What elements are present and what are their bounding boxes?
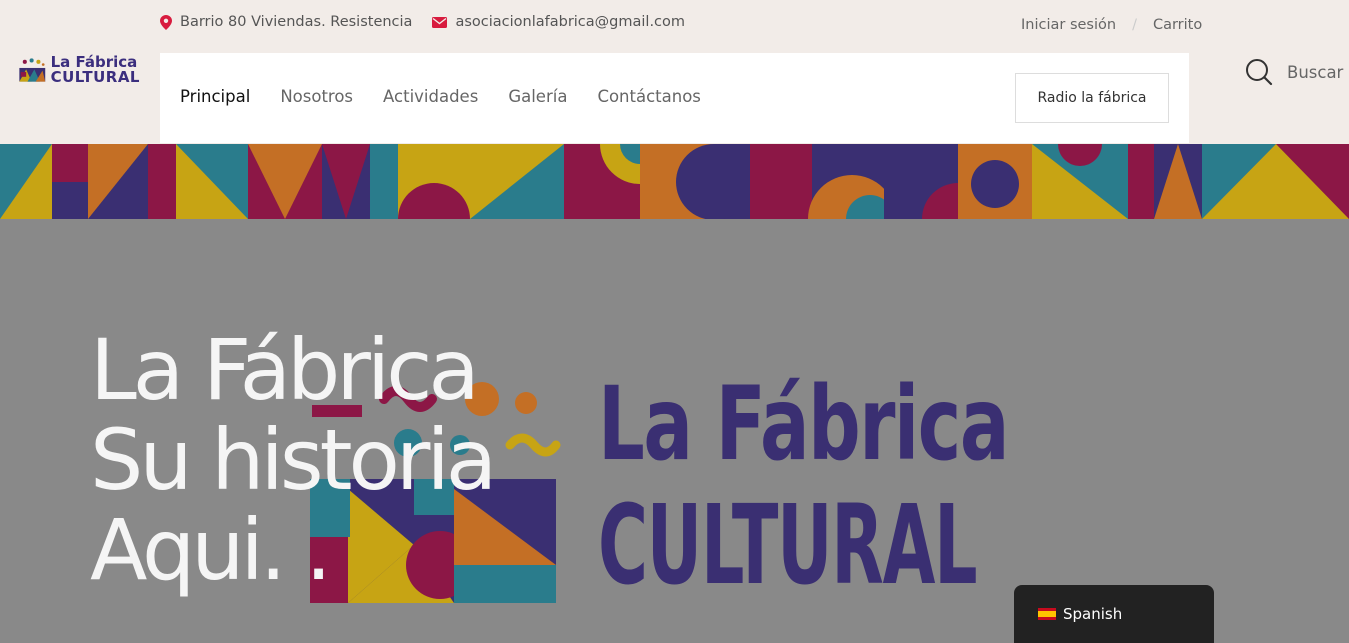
site-logo[interactable]: La Fábrica CULTURAL	[18, 50, 140, 90]
account-links: Iniciar sesión / Carrito	[1021, 17, 1202, 33]
logo-line-2: CULTURAL	[50, 68, 140, 86]
hero-wordmark: La Fábrica CULTURAL	[598, 365, 1208, 609]
logo-wordmark: La Fábrica CULTURAL	[51, 55, 140, 85]
logo-mark-icon	[19, 58, 46, 82]
login-link[interactable]: Iniciar sesión	[1021, 17, 1116, 33]
envelope-icon	[432, 16, 448, 28]
wordmark-line-2: CULTURAL	[598, 481, 978, 609]
language-switcher[interactable]: Spanish	[1014, 585, 1214, 643]
banner-pattern	[0, 144, 1349, 219]
cart-link[interactable]: Carrito	[1153, 17, 1202, 33]
main-navigation: Principal Nosotros Actividades Galería C…	[160, 53, 1189, 143]
address-item: Barrio 80 Viviendas. Resistencia	[160, 14, 412, 30]
nav-item-nosotros[interactable]: Nosotros	[280, 87, 353, 106]
link-separator: /	[1132, 17, 1137, 33]
spain-flag-icon	[1038, 608, 1056, 620]
site-header: La Fábrica CULTURAL Barrio 80 Viviendas.…	[0, 0, 1349, 144]
email-item[interactable]: asociacionlafabrica@gmail.com	[432, 14, 685, 30]
search-button[interactable]: Buscar	[1245, 58, 1343, 86]
nav-item-principal[interactable]: Principal	[180, 87, 250, 106]
geometric-banner	[0, 144, 1349, 219]
contact-bar: Barrio 80 Viviendas. Resistencia asociac…	[160, 14, 705, 30]
address-text: Barrio 80 Viviendas. Resistencia	[180, 14, 413, 30]
hero-section: La Fábrica CULTURAL La Fábrica Su histor…	[0, 219, 1349, 643]
nav-item-actividades[interactable]: Actividades	[383, 87, 478, 106]
hero-line-2: Su historia	[90, 411, 497, 509]
hero-line-3: Aqui. .	[90, 501, 332, 599]
hero-title: La Fábrica Su historia Aqui. .	[90, 321, 497, 599]
email-link[interactable]: asociacionlafabrica@gmail.com	[455, 14, 685, 30]
search-label: Buscar	[1287, 62, 1344, 82]
radio-button[interactable]: Radio la fábrica	[1015, 73, 1169, 123]
nav-item-galeria[interactable]: Galería	[508, 87, 567, 106]
nav-menu: Principal Nosotros Actividades Galería C…	[180, 87, 731, 106]
nav-item-contactanos[interactable]: Contáctanos	[597, 87, 700, 106]
language-label: Spanish	[1063, 605, 1123, 623]
map-pin-icon	[160, 14, 172, 30]
wordmark-line-1: La Fábrica	[598, 365, 1009, 484]
hero-line-1: La Fábrica	[90, 321, 480, 419]
search-icon	[1246, 59, 1273, 86]
